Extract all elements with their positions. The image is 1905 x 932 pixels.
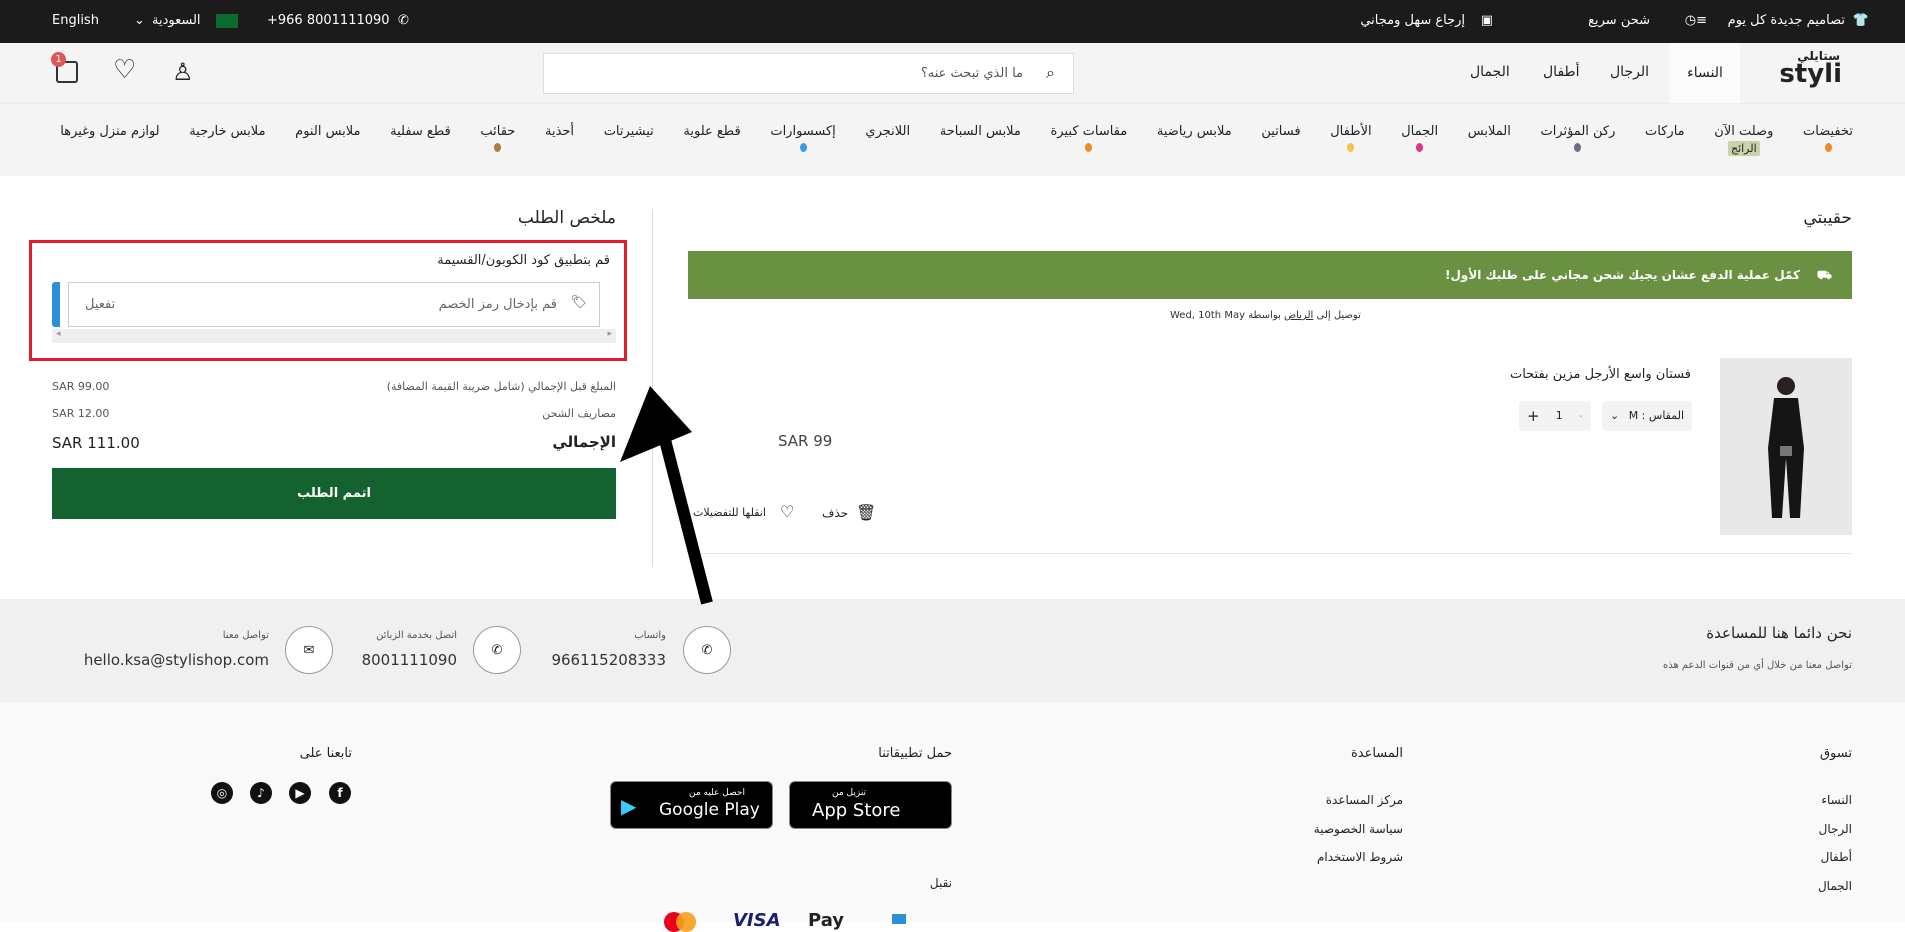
- arrow-shaft: [659, 438, 713, 605]
- annotation-arrow: [620, 386, 713, 605]
- arrow-head: [620, 386, 692, 462]
